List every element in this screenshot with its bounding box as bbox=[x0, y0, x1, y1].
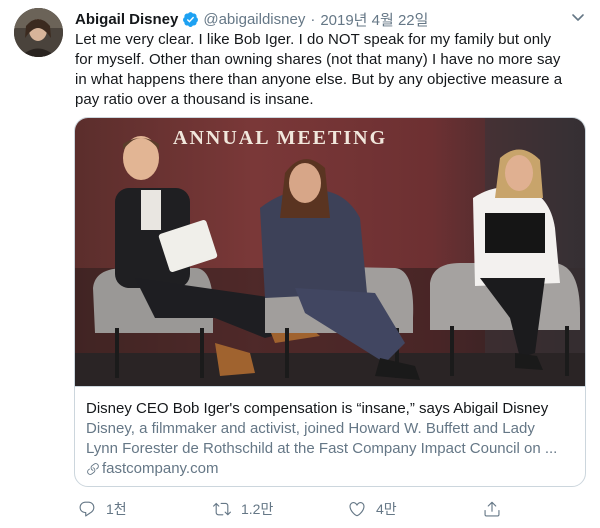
separator: · bbox=[310, 10, 316, 28]
tweet-text-line: Let me very clear. I like Bob Iger. I do… bbox=[75, 31, 552, 48]
tweet-text-line: in what happens there than anyone else. … bbox=[75, 71, 563, 88]
reply-count: 1천 bbox=[106, 501, 127, 517]
link-card[interactable]: ANNUAL MEETING Disney CEO Bob Iger's com… bbox=[74, 117, 586, 487]
card-description-line: Lynn Forester de Rothschild at the Fast … bbox=[86, 440, 558, 457]
card-image[interactable]: ANNUAL MEETING bbox=[75, 118, 585, 386]
share-icon bbox=[484, 501, 500, 517]
retweet-button[interactable]: 1.2만 bbox=[213, 497, 273, 521]
reply-button[interactable]: 1천 bbox=[78, 497, 127, 521]
chevron-down-icon[interactable] bbox=[570, 9, 586, 25]
display-name[interactable]: Abigail Disney bbox=[75, 11, 178, 28]
verified-badge-icon bbox=[183, 11, 199, 27]
like-count: 4만 bbox=[376, 501, 397, 517]
timestamp[interactable]: 2019년 4월 22일 bbox=[320, 9, 428, 30]
avatar[interactable] bbox=[14, 8, 63, 57]
reply-icon bbox=[79, 501, 95, 517]
tweet-text-line: for myself. Other than owning shares (no… bbox=[75, 51, 561, 68]
card-body: Disney CEO Bob Iger's compensation is “i… bbox=[75, 386, 585, 479]
tweet-text-line: pay ratio over a thousand is insane. bbox=[75, 91, 314, 108]
tweet-header: Abigail Disney @abigaildisney · 2019년 4월… bbox=[75, 9, 586, 29]
card-domain[interactable]: fastcompany.com bbox=[86, 459, 575, 479]
card-image-banner: ANNUAL MEETING bbox=[173, 127, 387, 149]
card-title[interactable]: Disney CEO Bob Iger's compensation is “i… bbox=[86, 399, 575, 419]
tweet-text: Let me very clear. I like Bob Iger. I do… bbox=[75, 30, 583, 110]
link-icon bbox=[87, 463, 99, 475]
card-domain-text: fastcompany.com bbox=[102, 460, 219, 477]
like-icon bbox=[349, 502, 365, 517]
card-description-line: Disney, a filmmaker and activist, joined… bbox=[86, 420, 535, 437]
share-button[interactable] bbox=[483, 497, 511, 521]
like-button[interactable]: 4만 bbox=[348, 497, 397, 521]
handle[interactable]: @abigaildisney bbox=[203, 11, 305, 28]
retweet-count: 1.2만 bbox=[241, 501, 274, 517]
tweet-actions: 1천 1.2만 4만 bbox=[78, 497, 588, 521]
card-description: Disney, a filmmaker and activist, joined… bbox=[86, 419, 575, 459]
retweet-icon bbox=[213, 502, 231, 516]
